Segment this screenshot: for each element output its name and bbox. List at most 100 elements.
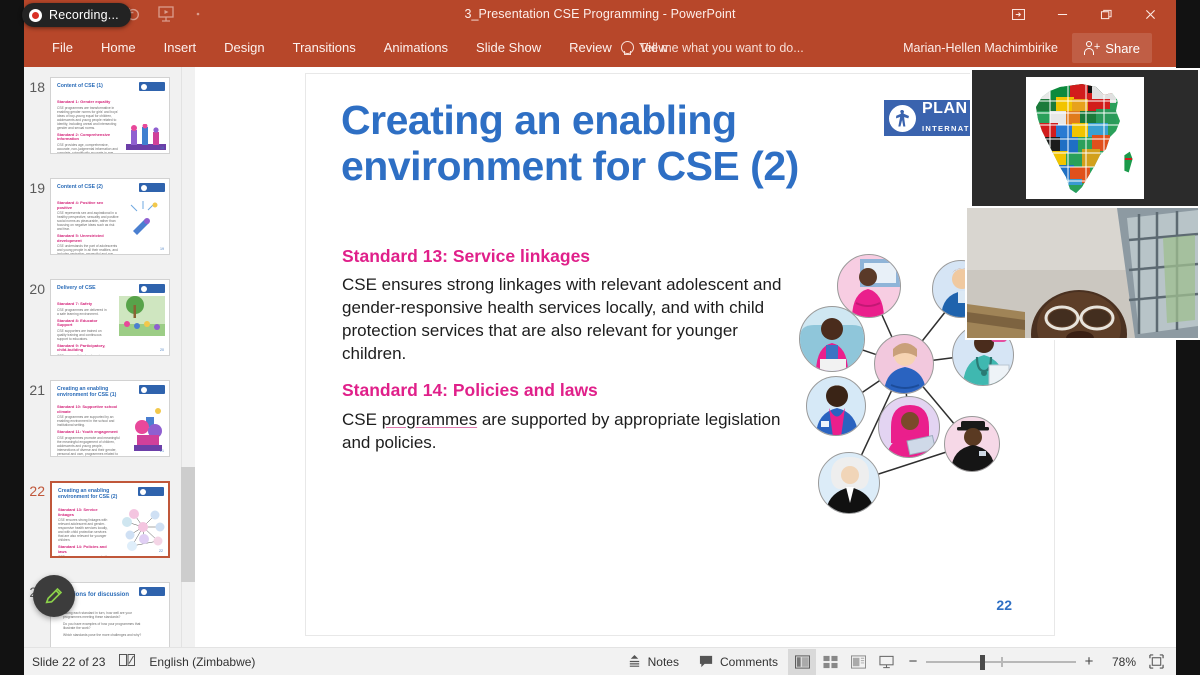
minimize-button[interactable]: [1040, 0, 1084, 29]
thumbnail-artwork: [119, 296, 165, 336]
quick-access-toolbar: [124, 4, 208, 24]
tab-transitions[interactable]: Transitions: [279, 29, 370, 67]
thumbnail-item-20[interactable]: 20 Delivery of CSE Standard 7: Safety CS…: [24, 279, 181, 356]
accessibility-checker-icon[interactable]: [119, 653, 136, 670]
tab-design[interactable]: Design: [210, 29, 278, 67]
powerpoint-window: 3_Presentation CSE Programming - PowerPo…: [0, 0, 1200, 675]
account-name[interactable]: Marian-Hellen Machimbirike: [903, 29, 1058, 67]
thumbnail-block-head: Standard 14: Policies and laws: [58, 544, 107, 554]
thumbnail-item-18[interactable]: 18 Content of CSE (1) Standard 1: Gender…: [24, 77, 181, 154]
plan-logo-icon: [139, 385, 165, 394]
network-node-community-leader: [806, 376, 866, 436]
thumbnail-block-head: Standard 2: Comprehensive information: [57, 131, 111, 141]
slide-thumbnail-pane[interactable]: 18 Content of CSE (1) Standard 1: Gender…: [24, 67, 181, 647]
zoom-out-button[interactable]: −: [906, 653, 920, 670]
share-button[interactable]: + Share: [1072, 33, 1152, 63]
thumbnail-block-head: Standard 7: Safety: [57, 301, 93, 306]
slide-counter[interactable]: Slide 22 of 23: [32, 655, 105, 669]
thumbnail-slide[interactable]: Delivery of CSE Standard 7: Safety CSE p…: [50, 279, 170, 356]
tell-me-search[interactable]: Tell me what you want to do...: [621, 29, 804, 67]
customize-quick-access-icon[interactable]: [188, 4, 208, 24]
thumbnail-slide[interactable]: Content of CSE (1) Standard 1: Gender eq…: [50, 77, 170, 154]
zoom-in-button[interactable]: +: [1082, 653, 1096, 670]
thumbnail-slide-selected[interactable]: Creating an enabling environment for CSE…: [50, 481, 170, 558]
notes-icon: [629, 654, 639, 667]
thumbnail-title: Creating an enabling environment for CSE…: [57, 386, 117, 398]
current-slide[interactable]: Creating an enabling environment for CSE…: [305, 73, 1055, 636]
plan-logo-icon: [138, 487, 164, 496]
network-node-youth-center: [874, 334, 934, 394]
window-controls: [996, 0, 1172, 29]
close-button[interactable]: [1128, 0, 1172, 29]
africa-flags-map-image: [1026, 77, 1144, 199]
shared-content-thumbnail[interactable]: [970, 68, 1200, 208]
madagascar: [1123, 149, 1134, 174]
ink-pen-button[interactable]: [33, 575, 75, 617]
zoom-level[interactable]: 78%: [1102, 655, 1136, 669]
std14-text-pre: CSE: [342, 410, 382, 429]
thumbnail-scrollbar-thumb[interactable]: [181, 467, 195, 582]
thumbnail-block-body: CSE understands the part of adolescents …: [57, 244, 118, 255]
logo-name: PLAN: [922, 100, 968, 117]
standard-13-heading[interactable]: Standard 13: Service linkages: [342, 246, 590, 267]
person-add-icon: +: [1084, 40, 1100, 56]
presenter-webcam-tile[interactable]: [965, 206, 1200, 340]
thumbnail-slide[interactable]: Content of CSE (2) Standard 4: Positive …: [50, 178, 170, 255]
tab-insert[interactable]: Insert: [150, 29, 211, 67]
slide-sorter-button[interactable]: [816, 649, 844, 675]
plan-logo-icon: [139, 183, 165, 192]
fit-slide-to-window-button[interactable]: [1142, 649, 1170, 675]
lightbulb-icon: [621, 41, 634, 55]
language-indicator[interactable]: English (Zimbabwe): [149, 655, 255, 669]
status-left: Slide 22 of 23 English (Zimbabwe): [24, 653, 255, 670]
start-slideshow-icon[interactable]: [156, 4, 176, 24]
slide-title[interactable]: Creating an enabling environment for CSE…: [341, 97, 841, 190]
tell-me-placeholder: Tell me what you want to do...: [639, 41, 804, 55]
zoom-control[interactable]: − + 78%: [900, 653, 1142, 670]
standard-14-heading[interactable]: Standard 14: Policies and laws: [342, 380, 598, 401]
plan-logo-icon: [139, 587, 165, 596]
thumbnail-item-19[interactable]: 19 Content of CSE (2) Standard 4: Positi…: [24, 178, 181, 255]
thumbnail-bullet: Do you have examples of how your program…: [63, 622, 141, 630]
thumbnail-slide[interactable]: Creating an enabling environment for CSE…: [50, 380, 170, 457]
ribbon-display-options-button[interactable]: [996, 0, 1040, 29]
notes-label: Notes: [647, 654, 679, 669]
plan-logo-icon: [139, 82, 165, 91]
tab-slide-show[interactable]: Slide Show: [462, 29, 555, 67]
thumbnail-block-body: CSE programmes are supported by appropri…: [58, 555, 110, 558]
comments-label: Comments: [719, 654, 778, 669]
std14-text-underlined: programmes: [381, 410, 478, 429]
comment-icon: [699, 655, 713, 668]
recording-indicator[interactable]: Recording...: [22, 3, 131, 27]
thumbnail-number: 19: [29, 180, 45, 196]
zoom-slider-track[interactable]: [926, 654, 1076, 670]
thumbnail-block-head: Standard 1: Gender equality: [57, 99, 111, 104]
thumbnail-number: 21: [29, 382, 45, 398]
normal-view-button[interactable]: [788, 648, 816, 675]
thumbnail-number: 18: [29, 79, 45, 95]
network-node-counsellor: [799, 306, 865, 372]
zoom-slider-handle[interactable]: [980, 654, 985, 670]
thumbnail-block-head: Standard 9: Participatory, child-buildin…: [57, 342, 106, 352]
standard-14-body[interactable]: CSE programmes are supported by appropri…: [342, 409, 792, 455]
thumbnail-page-number: 20: [160, 348, 164, 352]
restore-button[interactable]: [1084, 0, 1128, 29]
video-call-overlay[interactable]: [965, 68, 1200, 340]
thumbnail-title: Content of CSE (1): [57, 83, 103, 89]
tab-home[interactable]: Home: [87, 29, 150, 67]
thumbnail-item-22[interactable]: 22 Creating an enabling environment for …: [24, 481, 181, 558]
thumbnail-item-21[interactable]: 21 Creating an enabling environment for …: [24, 380, 181, 457]
reading-view-button[interactable]: [844, 649, 872, 675]
notes-button[interactable]: Notes: [617, 648, 689, 675]
network-node-online-peer: [878, 396, 940, 458]
thumbnail-block-head: Standard 5: Unrestricted development: [57, 233, 104, 243]
comments-button[interactable]: Comments: [689, 648, 788, 675]
plan-logo-icon: [139, 284, 165, 293]
thumbnail-block-head: Standard 10: Supportive school climate: [57, 404, 118, 414]
slideshow-button[interactable]: [872, 649, 900, 675]
thumbnail-bullet: Which standards pose the more challenges…: [63, 633, 142, 637]
tab-review[interactable]: Review: [555, 29, 626, 67]
tab-file[interactable]: File: [38, 29, 87, 67]
tab-animations[interactable]: Animations: [370, 29, 462, 67]
standard-13-body[interactable]: CSE ensures strong linkages with relevan…: [342, 274, 792, 366]
